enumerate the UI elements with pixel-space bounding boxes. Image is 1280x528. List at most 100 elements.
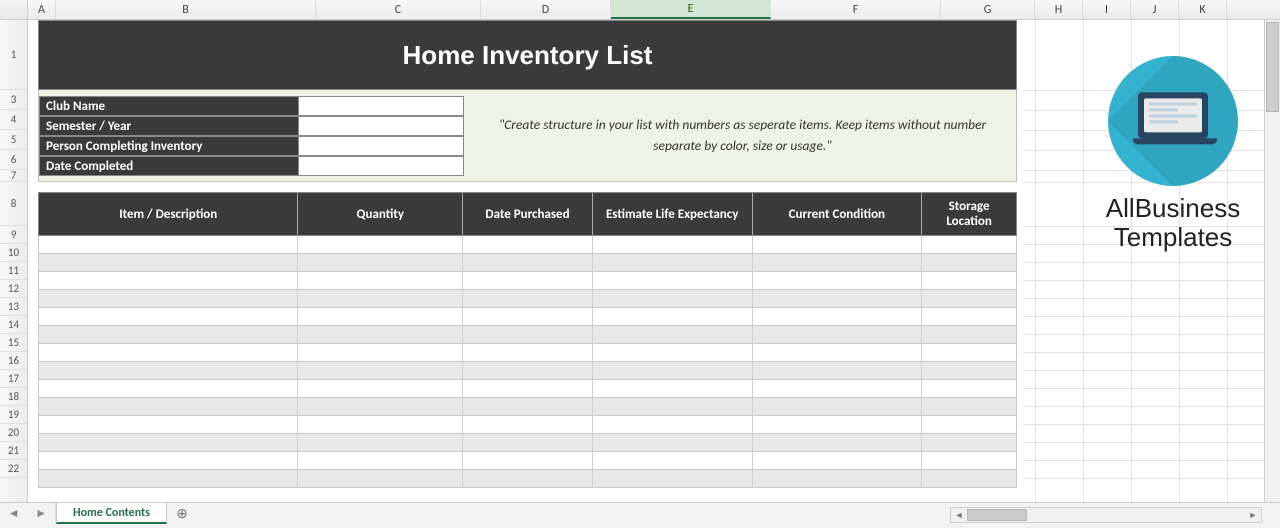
table-row[interactable] — [38, 416, 1017, 434]
table-cell[interactable] — [753, 434, 923, 451]
select-all-corner[interactable] — [0, 0, 28, 19]
table-cell[interactable] — [753, 236, 923, 253]
table-row[interactable] — [38, 272, 1017, 290]
table-cell[interactable] — [593, 380, 753, 397]
vertical-scrollbar[interactable] — [1264, 20, 1280, 502]
info-value-semester[interactable] — [299, 116, 464, 136]
table-row[interactable] — [38, 308, 1017, 326]
table-cell[interactable] — [922, 254, 1016, 271]
column-header-C[interactable]: C — [316, 0, 481, 19]
row-header-11[interactable]: 11 — [0, 262, 27, 280]
table-cell[interactable] — [463, 380, 593, 397]
table-cell[interactable] — [463, 254, 593, 271]
table-cell[interactable] — [39, 452, 298, 469]
table-row[interactable] — [38, 470, 1017, 488]
table-row[interactable] — [38, 236, 1017, 254]
table-cell[interactable] — [593, 308, 753, 325]
table-cell[interactable] — [922, 326, 1016, 343]
table-cell[interactable] — [39, 380, 298, 397]
table-cell[interactable] — [753, 308, 923, 325]
table-cell[interactable] — [463, 434, 593, 451]
table-cell[interactable] — [39, 344, 298, 361]
table-row[interactable] — [38, 434, 1017, 452]
table-row[interactable] — [38, 380, 1017, 398]
spreadsheet-grid[interactable]: Home Inventory List Club Name Semester /… — [28, 20, 1280, 506]
table-cell[interactable] — [593, 398, 753, 415]
table-cell[interactable] — [39, 416, 298, 433]
table-cell[interactable] — [463, 362, 593, 379]
table-cell[interactable] — [39, 470, 298, 487]
table-cell[interactable] — [298, 254, 463, 271]
table-cell[interactable] — [39, 290, 298, 307]
inventory-table-body[interactable] — [38, 236, 1017, 488]
row-header-5[interactable]: 5 — [0, 130, 27, 150]
table-cell[interactable] — [753, 398, 923, 415]
table-cell[interactable] — [463, 452, 593, 469]
table-row[interactable] — [38, 254, 1017, 272]
table-cell[interactable] — [298, 236, 463, 253]
table-cell[interactable] — [463, 416, 593, 433]
table-row[interactable] — [38, 362, 1017, 380]
table-cell[interactable] — [593, 272, 753, 289]
vertical-scrollbar-thumb[interactable] — [1266, 22, 1279, 112]
row-header-21[interactable]: 21 — [0, 442, 27, 460]
row-header-7[interactable]: 7 — [0, 170, 27, 182]
row-header-15[interactable]: 15 — [0, 334, 27, 352]
column-header-G[interactable]: G — [941, 0, 1035, 19]
table-cell[interactable] — [39, 362, 298, 379]
table-cell[interactable] — [298, 434, 463, 451]
hscroll-left-icon[interactable]: ◄ — [951, 508, 967, 522]
table-cell[interactable] — [298, 308, 463, 325]
table-cell[interactable] — [298, 290, 463, 307]
table-cell[interactable] — [463, 308, 593, 325]
table-row[interactable] — [38, 290, 1017, 308]
info-value-club[interactable] — [299, 96, 464, 116]
sheet-tab-active[interactable]: Home Contents — [56, 503, 167, 524]
row-header-8[interactable]: 8 — [0, 182, 27, 226]
table-cell[interactable] — [298, 416, 463, 433]
row-header-19[interactable]: 19 — [0, 406, 27, 424]
table-cell[interactable] — [753, 326, 923, 343]
table-cell[interactable] — [298, 326, 463, 343]
horizontal-scrollbar[interactable]: ◄ ► — [950, 507, 1262, 523]
info-value-date[interactable] — [299, 156, 464, 176]
table-cell[interactable] — [922, 398, 1016, 415]
table-cell[interactable] — [39, 254, 298, 271]
table-cell[interactable] — [593, 326, 753, 343]
table-cell[interactable] — [463, 344, 593, 361]
table-cell[interactable] — [39, 434, 298, 451]
column-header-B[interactable]: B — [56, 0, 316, 19]
table-cell[interactable] — [298, 398, 463, 415]
info-value-person[interactable] — [299, 136, 464, 156]
row-header-1[interactable]: 1 — [0, 20, 27, 90]
table-cell[interactable] — [593, 236, 753, 253]
table-cell[interactable] — [298, 470, 463, 487]
table-cell[interactable] — [922, 290, 1016, 307]
table-cell[interactable] — [593, 434, 753, 451]
table-cell[interactable] — [593, 452, 753, 469]
table-cell[interactable] — [753, 380, 923, 397]
table-cell[interactable] — [753, 272, 923, 289]
tab-nav[interactable]: ◄ ► — [0, 503, 56, 524]
table-cell[interactable] — [298, 362, 463, 379]
table-cell[interactable] — [39, 326, 298, 343]
new-sheet-button[interactable]: ⊕ — [167, 503, 197, 524]
table-cell[interactable] — [463, 326, 593, 343]
row-header-4[interactable]: 4 — [0, 110, 27, 130]
tab-next-icon[interactable]: ► — [35, 506, 47, 521]
table-row[interactable] — [38, 452, 1017, 470]
column-header-H[interactable]: H — [1035, 0, 1083, 19]
column-header-A[interactable]: A — [28, 0, 56, 19]
table-cell[interactable] — [922, 470, 1016, 487]
table-cell[interactable] — [922, 308, 1016, 325]
tab-prev-icon[interactable]: ◄ — [8, 506, 20, 521]
table-cell[interactable] — [922, 380, 1016, 397]
table-cell[interactable] — [593, 470, 753, 487]
row-header-3[interactable]: 3 — [0, 90, 27, 110]
column-header-E[interactable]: E — [611, 0, 771, 19]
table-cell[interactable] — [593, 254, 753, 271]
table-cell[interactable] — [753, 344, 923, 361]
table-cell[interactable] — [298, 380, 463, 397]
table-cell[interactable] — [593, 362, 753, 379]
hscroll-right-icon[interactable]: ► — [1245, 508, 1261, 522]
